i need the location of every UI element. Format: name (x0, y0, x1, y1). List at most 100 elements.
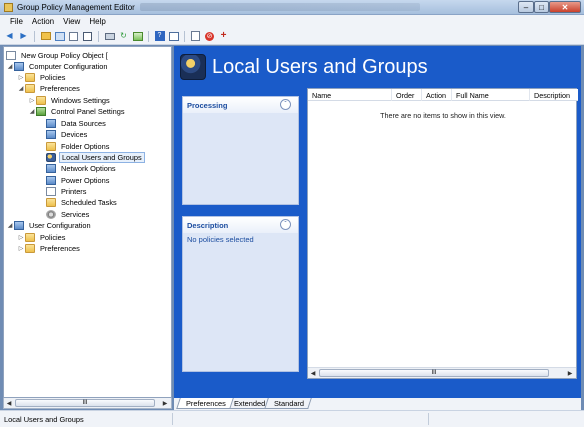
users-icon (180, 54, 206, 80)
services-gear-icon (46, 210, 56, 219)
back-icon[interactable]: ◀ (4, 31, 15, 42)
toolbar-separator (184, 30, 185, 42)
toolbar-separator (34, 30, 35, 42)
processing-panel-header: Processing ˆ (183, 97, 298, 113)
description-panel-header: Description ˆ (183, 217, 298, 233)
forward-icon[interactable]: ▶ (18, 31, 29, 42)
minimize-button[interactable]: – (518, 1, 534, 13)
maximize-button[interactable]: □ (534, 1, 549, 13)
view-tabs: Preferences Extended Standard (174, 398, 581, 410)
folder-icon (36, 96, 46, 105)
help-icon[interactable]: ? (154, 31, 165, 42)
folder-icon (25, 233, 35, 242)
collapsed-arrow-icon[interactable]: ▷ (17, 234, 25, 241)
scrollbar-thumb[interactable]: III (319, 369, 549, 377)
tree-item-folder-options[interactable]: Folder Options (46, 141, 111, 152)
blurred-title-region (140, 3, 420, 11)
collapsed-arrow-icon[interactable]: ▷ (17, 74, 25, 81)
tree-item-root[interactable]: New Group Policy Object [ (6, 50, 110, 61)
minimize-icon: – (523, 2, 529, 12)
tab-preferences[interactable]: Preferences (176, 398, 234, 409)
folder-icon (25, 244, 35, 253)
paste-icon[interactable] (82, 31, 93, 42)
tree-item-policies[interactable]: ▷ Policies (17, 72, 67, 83)
extension-banner: Local Users and Groups (174, 46, 581, 88)
new-item-icon[interactable] (190, 31, 201, 42)
scroll-left-icon[interactable]: ◀ (4, 398, 14, 408)
printer-icon (46, 187, 56, 196)
column-header-order[interactable]: Order (392, 89, 422, 101)
column-header-full-name[interactable]: Full Name (452, 89, 530, 101)
toolbar: ◀ ▶ ↻ ? ⊘ + (0, 28, 584, 45)
description-panel: Description ˆ No policies selected (182, 216, 299, 372)
column-header-name[interactable]: Name (308, 89, 392, 101)
expanded-arrow-icon[interactable]: ◢ (6, 63, 14, 70)
list-horizontal-scrollbar[interactable]: ◀ III ▶ (308, 367, 576, 378)
close-button[interactable]: ✕ (549, 1, 581, 13)
column-header-action[interactable]: Action (422, 89, 452, 101)
tree-item-windows-settings[interactable]: ▷ Windows Settings (28, 95, 112, 106)
title-bar: Group Policy Management Editor – □ ✕ (0, 0, 584, 15)
tree-item-local-users-and-groups[interactable]: Local Users and Groups (46, 152, 145, 163)
items-list-view[interactable]: Name Order Action Full Name Description … (307, 88, 578, 379)
scroll-left-icon[interactable]: ◀ (308, 368, 318, 378)
devices-icon (46, 130, 56, 139)
tree-item-computer-configuration[interactable]: ◢ Computer Configuration (6, 61, 109, 72)
refresh-icon[interactable]: ↻ (118, 31, 129, 42)
expanded-arrow-icon[interactable]: ◢ (6, 222, 14, 229)
copy-icon[interactable] (68, 31, 79, 42)
user-icon (14, 221, 24, 230)
tree-item-devices[interactable]: Devices (46, 129, 89, 140)
toolbar-separator (98, 30, 99, 42)
up-folder-icon[interactable] (40, 31, 51, 42)
tree-horizontal-scrollbar[interactable]: ◀ III ▶ (3, 398, 172, 409)
details-pane: Local Users and Groups Processing ˆ Desc… (174, 46, 581, 398)
list-header: Name Order Action Full Name Description (308, 89, 578, 101)
menu-action[interactable]: Action (28, 15, 59, 28)
tree-item-power-options[interactable]: Power Options (46, 175, 111, 186)
tree-item-user-policies[interactable]: ▷ Policies (17, 232, 67, 243)
processing-panel-body (183, 113, 298, 117)
network-icon (46, 164, 56, 173)
tree-item-scheduled-tasks[interactable]: Scheduled Tasks (46, 197, 119, 208)
expanded-arrow-icon[interactable]: ◢ (17, 85, 25, 92)
tree-item-control-panel-settings[interactable]: ◢ Control Panel Settings (28, 106, 127, 117)
computer-icon (14, 62, 24, 71)
menu-view[interactable]: View (59, 15, 85, 28)
export-icon[interactable] (132, 31, 143, 42)
control-panel-icon (36, 107, 46, 116)
scroll-right-icon[interactable]: ▶ (565, 368, 575, 378)
tree-item-services[interactable]: Services (46, 209, 91, 220)
tree-item-data-sources[interactable]: Data Sources (46, 118, 108, 129)
tree-item-network-options[interactable]: Network Options (46, 163, 118, 174)
scrollbar-thumb[interactable]: III (15, 399, 155, 407)
collapsed-arrow-icon[interactable]: ▷ (17, 245, 25, 252)
properties-icon[interactable] (168, 31, 179, 42)
menu-bar: File Action View Help (0, 15, 584, 28)
tree-item-printers[interactable]: Printers (46, 186, 88, 197)
print-icon[interactable] (104, 31, 115, 42)
tab-standard[interactable]: Standard (264, 398, 312, 409)
empty-list-message: There are no items to show in this view. (380, 111, 506, 120)
window-title: Group Policy Management Editor (17, 3, 135, 12)
expanded-arrow-icon[interactable]: ◢ (28, 108, 36, 115)
scroll-right-icon[interactable]: ▶ (160, 398, 170, 408)
collapse-chevron-icon[interactable]: ˆ (280, 99, 291, 110)
show-tree-icon[interactable] (54, 31, 65, 42)
tree-item-user-preferences[interactable]: ▷ Preferences (17, 243, 82, 254)
tree-item-user-configuration[interactable]: ◢ User Configuration (6, 220, 93, 231)
column-header-description[interactable]: Description (530, 89, 578, 101)
stop-icon[interactable]: ⊘ (204, 31, 215, 42)
console-tree[interactable]: New Group Policy Object [ ◢ Computer Con… (3, 46, 172, 398)
collapsed-arrow-icon[interactable]: ▷ (28, 97, 36, 104)
folder-icon (25, 84, 35, 93)
folder-options-icon (46, 142, 56, 151)
users-icon (46, 153, 56, 162)
menu-file[interactable]: File (6, 15, 28, 28)
tree-item-preferences[interactable]: ◢ Preferences (17, 83, 82, 94)
add-icon[interactable]: + (218, 31, 229, 42)
description-panel-body: No policies selected (187, 235, 254, 244)
scheduled-tasks-icon (46, 198, 56, 207)
menu-help[interactable]: Help (85, 15, 110, 28)
collapse-chevron-icon[interactable]: ˆ (280, 219, 291, 230)
